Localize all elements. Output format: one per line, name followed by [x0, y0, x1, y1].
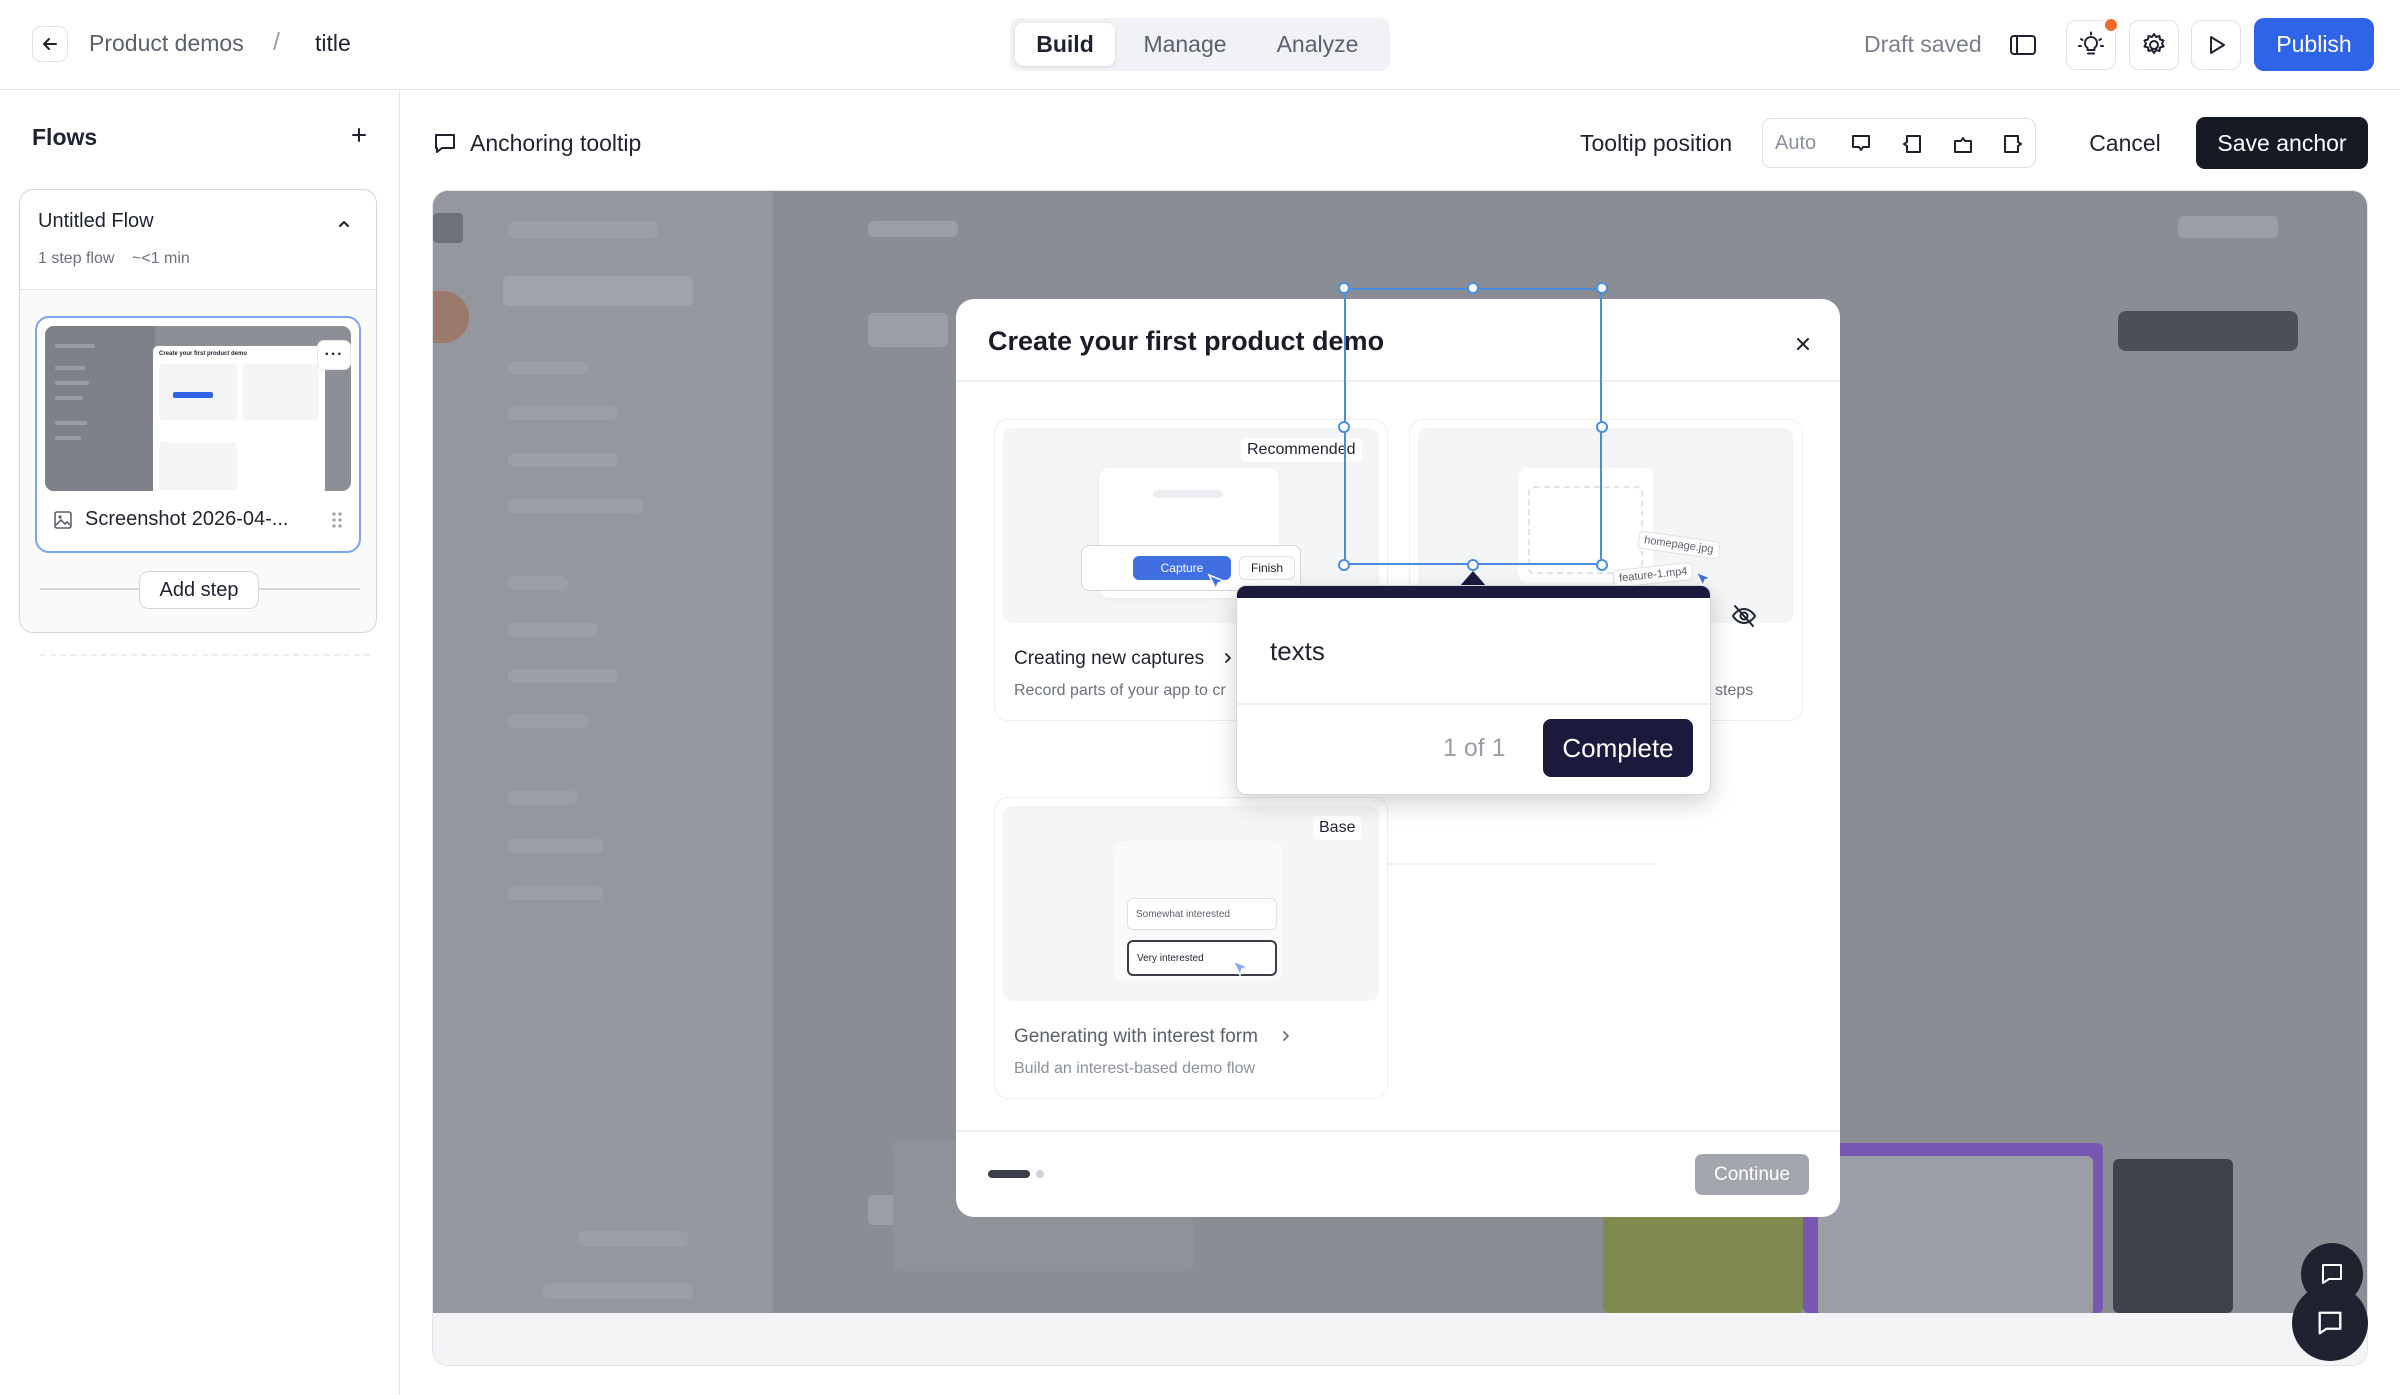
tooltip-header-bar — [1237, 586, 1710, 598]
panel-icon — [2010, 35, 2036, 55]
anchor-selection-box[interactable] — [1344, 288, 1602, 565]
notification-dot — [2103, 17, 2119, 33]
cursor-icon — [1231, 959, 1251, 977]
sidebar-toggle-button[interactable] — [2006, 28, 2040, 62]
plus-icon — [352, 128, 366, 142]
tooltip-position-selector: Auto — [1762, 118, 2036, 168]
flow-step-count: 1 step flow — [38, 250, 115, 267]
complete-button[interactable]: Complete — [1543, 719, 1693, 777]
chat-icon — [2322, 1264, 2342, 1284]
chevron-up-icon — [339, 221, 349, 227]
flow-name: Untitled Flow — [38, 210, 154, 232]
step-thumbnail: Create your first product demo ··· — [45, 326, 351, 491]
canvas-frame: Create your first product demo Capture F… — [432, 190, 2368, 1366]
resize-handle[interactable] — [1338, 282, 1350, 294]
divider — [1237, 703, 1710, 705]
tooltip-preview[interactable]: texts 1 of 1 Complete — [1236, 585, 1711, 795]
position-bottom-option[interactable] — [1848, 131, 1874, 157]
tooltip-text[interactable]: texts — [1270, 636, 1325, 667]
divider — [956, 1130, 1840, 1132]
tooltip-counter: 1 of 1 — [1443, 734, 1506, 762]
eye-off-icon — [1731, 605, 1757, 627]
flow-card-header[interactable]: Untitled Flow 1 step flow ~<1 min — [20, 190, 376, 290]
breadcrumb-title[interactable]: title — [315, 30, 351, 57]
form-option-selected: Very interested — [1127, 940, 1277, 976]
cancel-button[interactable]: Cancel — [2072, 118, 2178, 168]
hide-tooltip-button[interactable] — [1729, 601, 1759, 631]
mode-tabs: Build Manage Analyze — [1010, 18, 1390, 71]
flow-duration: ~<1 min — [132, 250, 190, 267]
publish-button[interactable]: Publish — [2254, 18, 2374, 71]
tooltip-bottom-icon — [1852, 135, 1870, 151]
modal-close-button[interactable] — [1788, 329, 1818, 359]
resize-handle[interactable] — [1596, 559, 1608, 571]
step-more-button[interactable]: ··· — [317, 340, 351, 370]
base-badge: Base — [1313, 816, 1362, 840]
resize-handle[interactable] — [1338, 559, 1350, 571]
back-button[interactable] — [32, 26, 68, 62]
continue-button[interactable]: Continue — [1695, 1154, 1809, 1195]
tab-build[interactable]: Build — [1015, 23, 1115, 66]
tooltip-position-label: Tooltip position — [1580, 130, 1733, 156]
tips-button[interactable] — [2066, 17, 2119, 70]
resize-handle[interactable] — [1338, 421, 1350, 433]
option-title: Creating new captures — [1014, 648, 1205, 669]
arrow-left-icon — [43, 38, 57, 50]
cursor-icon — [1207, 573, 1227, 591]
option-description: Record parts of your app to cr — [1014, 682, 1226, 699]
breadcrumb-parent[interactable]: Product demos — [89, 30, 244, 57]
save-anchor-button[interactable]: Save anchor — [2196, 117, 2368, 169]
draft-status: Draft saved — [1864, 31, 1982, 57]
tab-manage[interactable]: Manage — [1125, 23, 1245, 66]
add-flow-button[interactable] — [345, 121, 373, 149]
thumbnail-modal: Create your first product demo — [153, 346, 325, 491]
preview-button[interactable] — [2191, 20, 2241, 70]
pager-dot — [1036, 1170, 1044, 1178]
support-chat-button[interactable] — [2292, 1285, 2368, 1361]
image-icon — [52, 509, 74, 531]
modal-title: Create your first product demo — [988, 326, 1385, 356]
flows-sidebar: Flows Untitled Flow 1 step flow ~<1 min — [0, 91, 400, 1395]
finish-chip: Finish — [1239, 556, 1295, 580]
position-left-option[interactable] — [1899, 131, 1925, 157]
screenshot-canvas[interactable]: Create your first product demo Capture F… — [433, 191, 2367, 1313]
flow-card[interactable]: Untitled Flow 1 step flow ~<1 min Create… — [19, 189, 377, 633]
tooltip-left-icon — [1903, 135, 1921, 153]
option-description: steps — [1715, 682, 1754, 699]
chevron-right-icon — [1225, 653, 1231, 663]
position-right-option[interactable] — [2000, 131, 2026, 157]
drag-handle-icon[interactable] — [327, 508, 347, 532]
add-step-button[interactable]: Add step — [139, 571, 259, 609]
collapse-flow-button[interactable] — [332, 212, 356, 236]
settings-button[interactable] — [2129, 20, 2179, 70]
resize-handle[interactable] — [1596, 421, 1608, 433]
chevron-right-icon — [1283, 1031, 1289, 1041]
option-description: Build an interest-based demo flow — [1014, 1060, 1256, 1077]
resize-handle[interactable] — [1596, 282, 1608, 294]
step-card[interactable]: Create your first product demo ··· Scree… — [35, 316, 361, 553]
lightbulb-icon — [2078, 31, 2104, 55]
position-top-option[interactable] — [1950, 131, 1976, 157]
form-option: Somewhat interested — [1127, 898, 1277, 930]
top-bar: Product demos / title Build Manage Analy… — [0, 0, 2400, 90]
play-icon — [2210, 36, 2225, 54]
editor-mode-title: Anchoring tooltip — [470, 130, 642, 156]
gear-icon — [2143, 33, 2165, 54]
pager-dot-active — [988, 1170, 1030, 1178]
tooltip-right-icon — [2004, 135, 2022, 153]
close-icon — [1797, 338, 1809, 350]
chat-icon — [2318, 1311, 2342, 1335]
flows-title: Flows — [32, 124, 98, 150]
tooltip-top-icon — [1954, 137, 1972, 153]
divider — [40, 654, 370, 656]
option-interest-form[interactable]: Somewhat interested Very interested Base… — [994, 797, 1388, 1099]
step-label: Screenshot 2026-04-... — [85, 508, 289, 530]
resize-handle[interactable] — [1467, 282, 1479, 294]
tab-analyze[interactable]: Analyze — [1255, 23, 1380, 66]
comment-icon — [432, 130, 458, 156]
position-auto-option[interactable]: Auto — [1775, 132, 1816, 155]
option-title: Generating with interest form — [1014, 1026, 1258, 1047]
breadcrumb-separator: / — [273, 28, 280, 56]
